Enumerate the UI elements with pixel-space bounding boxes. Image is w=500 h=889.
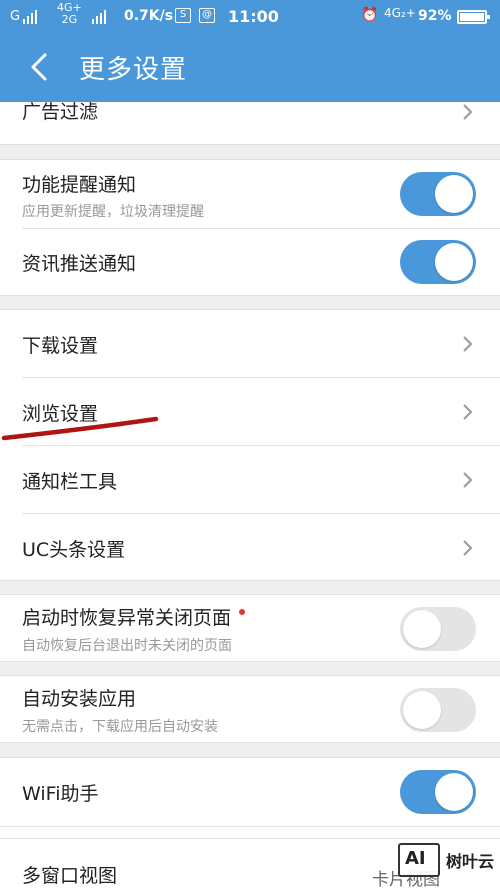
feature-notice-toggle[interactable] xyxy=(400,172,476,216)
auto-install-toggle[interactable] xyxy=(400,688,476,732)
setting-browse[interactable]: 浏览设置 xyxy=(0,378,500,445)
setting-news-push[interactable]: 资讯推送通知 xyxy=(0,229,500,296)
ad-filter-label: 广告过滤 xyxy=(22,102,99,123)
signal-strength-icon xyxy=(23,10,37,24)
browse-label: 浏览设置 xyxy=(22,403,99,425)
clock-time: 11:00 xyxy=(228,7,279,26)
watermark-text: 树叶云 xyxy=(446,852,495,871)
auto-install-label: 自动安装应用 xyxy=(22,688,137,710)
group-nav-settings: 下载设置 浏览设置 通知栏工具 UC头条设置 xyxy=(0,309,500,581)
wifi-assistant-label: WiFi助手 xyxy=(22,783,99,805)
feature-notice-label: 功能提醒通知 xyxy=(22,174,137,196)
auto-install-sub: 无需点击，下载应用后自动安装 xyxy=(22,719,218,735)
news-push-label: 资讯推送通知 xyxy=(22,253,137,275)
restore-pages-label-text: 启动时恢复异常关闭页面 xyxy=(22,607,232,629)
setting-auto-install[interactable]: 自动安装应用 无需点击，下载应用后自动安装 xyxy=(0,676,500,743)
network-type-2: 4G+ 2G xyxy=(57,2,82,26)
toggle-knob xyxy=(403,691,441,729)
watermark-logo-text: AI xyxy=(405,848,426,869)
multi-window-label: 多窗口视图 xyxy=(22,865,118,887)
setting-notify-tools[interactable]: 通知栏工具 xyxy=(0,446,500,513)
battery-percent: 92% xyxy=(418,8,452,24)
battery-icon xyxy=(457,10,490,24)
toggle-knob xyxy=(435,175,473,213)
setting-restore-pages[interactable]: 启动时恢复异常关闭页面 自动恢复后台退出时未关闭的页面 xyxy=(0,595,500,662)
wifi-assistant-toggle[interactable] xyxy=(400,770,476,814)
group-restore-pages: 启动时恢复异常关闭页面 自动恢复后台退出时未关闭的页面 xyxy=(0,594,500,662)
network-speed: 0.7K/s xyxy=(124,8,174,24)
chevron-right-icon xyxy=(463,336,473,352)
app-bar: 更多设置 xyxy=(0,32,500,102)
status-bar: G 4G+ 2G 0.7K/s S @ 11:00 ⏰ 4G₂+ 92% xyxy=(0,0,500,32)
back-arrow-icon[interactable] xyxy=(26,52,54,82)
setting-feature-notice[interactable]: 功能提醒通知 应用更新提醒，垃圾清理提醒 xyxy=(0,160,500,228)
settings-list[interactable]: 广告过滤 功能提醒通知 应用更新提醒，垃圾清理提醒 资讯推送通知 下载设置 浏览… xyxy=(0,102,500,889)
notify-tools-label: 通知栏工具 xyxy=(22,471,118,493)
group-auto-install: 自动安装应用 无需点击，下载应用后自动安装 xyxy=(0,675,500,743)
alarm-icon: ⏰ xyxy=(361,7,379,23)
group-notifications: 功能提醒通知 应用更新提醒，垃圾清理提醒 资讯推送通知 xyxy=(0,159,500,296)
notification-app-icon: @ xyxy=(199,8,215,23)
toggle-knob xyxy=(435,773,473,811)
uc-headline-label: UC头条设置 xyxy=(22,539,126,561)
setting-ad-filter[interactable]: 广告过滤 xyxy=(0,102,500,144)
watermark-logo: AI xyxy=(398,843,440,877)
watermark: AI 树叶云 xyxy=(398,840,500,880)
divider xyxy=(0,826,500,827)
chevron-right-icon xyxy=(463,540,473,556)
restore-pages-sub: 自动恢复后台退出时未关闭的页面 xyxy=(22,638,232,654)
news-push-toggle[interactable] xyxy=(400,240,476,284)
setting-wifi-assistant[interactable]: WiFi助手 xyxy=(0,758,500,826)
setting-download[interactable]: 下载设置 xyxy=(0,310,500,377)
restore-pages-label: 启动时恢复异常关闭页面 xyxy=(22,603,246,630)
toggle-knob xyxy=(403,610,441,648)
network-type-2-bottom: 2G xyxy=(61,13,78,26)
setting-uc-headline[interactable]: UC头条设置 xyxy=(0,514,500,581)
toggle-knob xyxy=(435,243,473,281)
group-ad-filter: 广告过滤 xyxy=(0,102,500,145)
chevron-right-icon xyxy=(463,404,473,420)
notification-s-icon: S xyxy=(175,8,191,23)
network-type-1: G xyxy=(10,9,21,24)
page-title: 更多设置 xyxy=(79,55,188,85)
chevron-right-icon xyxy=(463,472,473,488)
chevron-right-icon xyxy=(463,104,473,120)
new-indicator-dot xyxy=(239,609,246,615)
feature-notice-sub: 应用更新提醒，垃圾清理提醒 xyxy=(22,204,204,220)
download-label: 下载设置 xyxy=(22,335,99,357)
signal-strength-2-icon xyxy=(92,10,106,24)
network-type-3: 4G₂+ xyxy=(384,6,416,20)
restore-pages-toggle[interactable] xyxy=(400,607,476,651)
